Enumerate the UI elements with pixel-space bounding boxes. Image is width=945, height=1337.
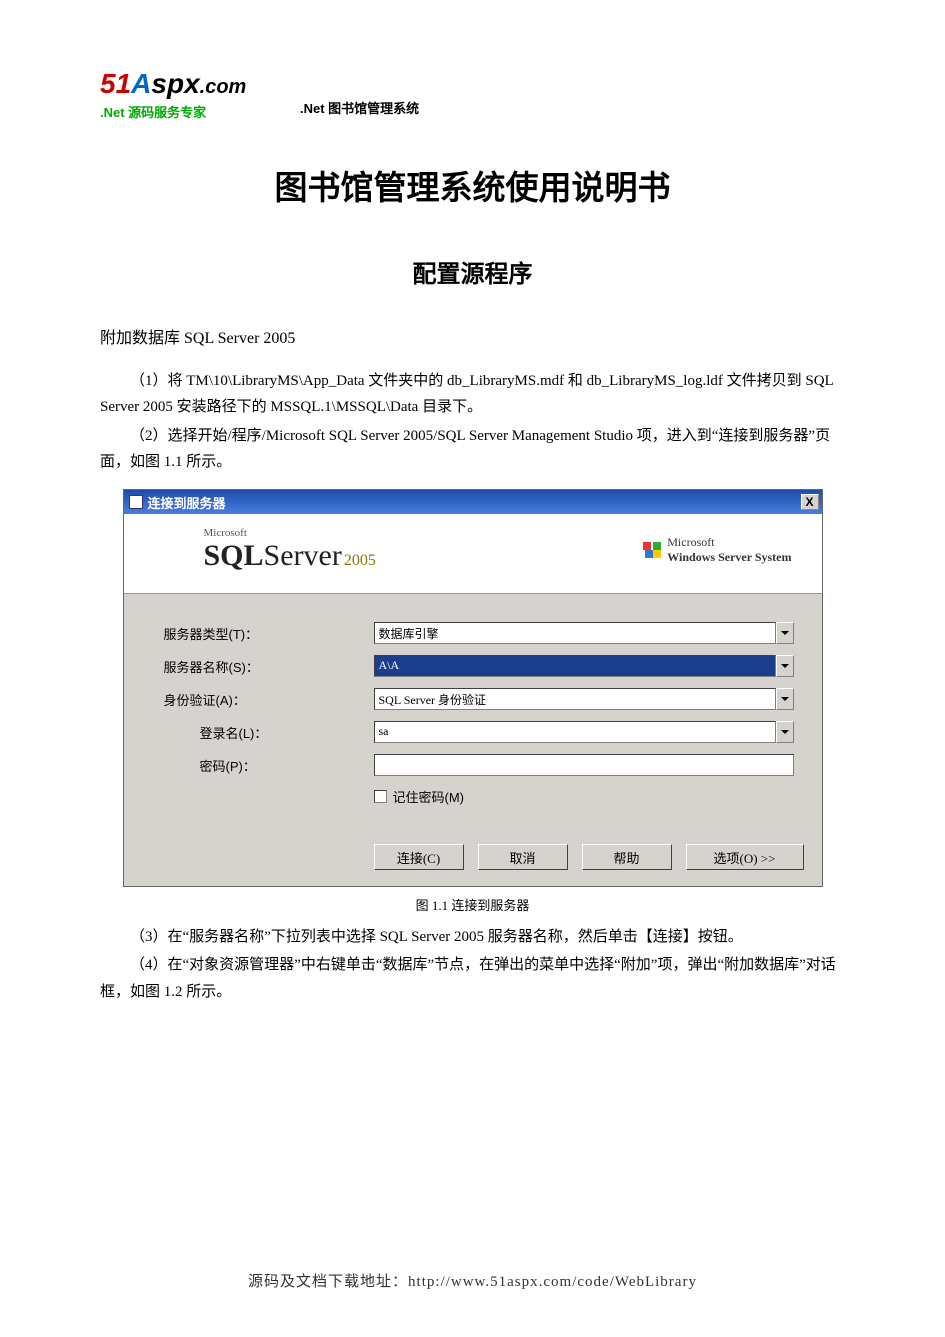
section-title: 配置源程序 xyxy=(100,254,845,289)
connect-dialog: 连接到服务器 X Microsoft SQLServer2005 Microso… xyxy=(123,489,823,887)
login-label: 登录名(L)： xyxy=(164,723,374,742)
auth-label: 身份验证(A)： xyxy=(164,690,374,709)
server-name-dropdown-button[interactable] xyxy=(776,655,794,677)
dialog-title: 连接到服务器 xyxy=(148,493,226,512)
sql-word: SQL xyxy=(204,539,264,572)
logo-text: 51Aspx.com xyxy=(100,70,290,98)
auth-dropdown-button[interactable] xyxy=(776,688,794,710)
step-2-text: （2）选择开始/程序/Microsoft SQL Server 2005/SQL… xyxy=(100,423,845,476)
auth-combo[interactable]: SQL Server 身份验证 xyxy=(374,688,776,710)
step-1-text: （1）将 TM\10\LibraryMS\App_Data 文件夹中的 db_L… xyxy=(100,368,845,421)
windows-server-system-logo: MicrosoftWindows Server System xyxy=(643,535,791,565)
site-logo: 51Aspx.com .Net 源码服务专家 xyxy=(100,70,290,121)
figure-caption: 图 1.1 连接到服务器 xyxy=(100,895,845,914)
connect-button[interactable]: 连接(C) xyxy=(374,844,464,870)
dialog-banner: Microsoft SQLServer2005 MicrosoftWindows… xyxy=(124,514,822,594)
server-type-combo[interactable]: 数据库引擎 xyxy=(374,622,776,644)
remember-password-label: 记住密码(M) xyxy=(393,787,465,806)
dialog-form: 服务器类型(T)： 数据库引擎 服务器名称(S)： A\A 身份验证(A)： xyxy=(124,594,822,844)
dialog-button-row: 连接(C) 取消 帮助 选项(O) >> xyxy=(124,844,822,886)
document-title: 图书馆管理系统使用说明书 xyxy=(100,161,845,209)
server-type-dropdown-button[interactable] xyxy=(776,622,794,644)
doc-series-label: .Net 图书馆管理系统 xyxy=(300,98,419,121)
server-word: Server xyxy=(264,539,342,572)
app-icon xyxy=(129,495,143,509)
page-header: 51Aspx.com .Net 源码服务专家 .Net 图书馆管理系统 xyxy=(100,70,845,121)
subsection-heading: 附加数据库 SQL Server 2005 xyxy=(100,324,845,348)
server-name-label: 服务器名称(S)： xyxy=(164,657,374,676)
sql-server-logo: Microsoft SQLServer2005 xyxy=(204,527,376,573)
dialog-titlebar: 连接到服务器 X xyxy=(124,490,822,514)
microsoft-label: Microsoft xyxy=(204,527,376,539)
close-button[interactable]: X xyxy=(801,494,819,510)
login-combo[interactable]: sa xyxy=(374,721,776,743)
password-input[interactable] xyxy=(374,754,794,776)
step-3-text: （3）在“服务器名称”下拉列表中选择 SQL Server 2005 服务器名称… xyxy=(100,924,845,950)
year-label: 2005 xyxy=(344,552,376,569)
options-button[interactable]: 选项(O) >> xyxy=(686,844,804,870)
server-name-combo[interactable]: A\A xyxy=(374,655,776,677)
password-label: 密码(P)： xyxy=(164,756,374,775)
connect-dialog-figure: 连接到服务器 X Microsoft SQLServer2005 Microso… xyxy=(123,489,823,887)
page-footer: 源码及文档下载地址：http://www.51aspx.com/code/Web… xyxy=(0,1270,945,1291)
server-type-label: 服务器类型(T)： xyxy=(164,624,374,643)
logo-subtitle: .Net 源码服务专家 xyxy=(100,102,290,121)
login-dropdown-button[interactable] xyxy=(776,721,794,743)
help-button[interactable]: 帮助 xyxy=(582,844,672,870)
cancel-button[interactable]: 取消 xyxy=(478,844,568,870)
step-4-text: （4）在“对象资源管理器”中右键单击“数据库”节点，在弹出的菜单中选择“附加”项… xyxy=(100,952,845,1005)
remember-password-checkbox[interactable] xyxy=(374,790,387,803)
windows-flag-icon xyxy=(643,542,661,558)
